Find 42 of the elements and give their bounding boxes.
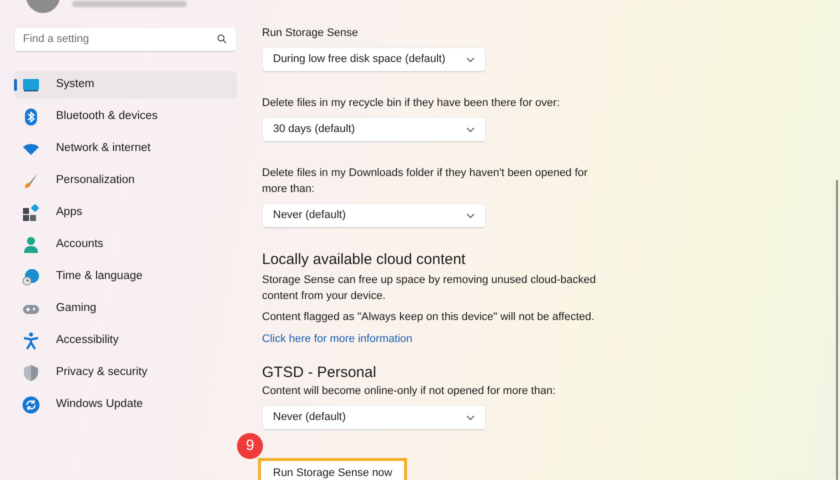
chevron-down-icon: [466, 126, 475, 132]
more-info-link[interactable]: Click here for more information: [262, 331, 412, 347]
nav-item[interactable]: Apps: [14, 199, 237, 227]
bluetooth-icon: [22, 108, 40, 126]
nav-item[interactable]: Personalization: [14, 167, 237, 195]
monitor-icon: [22, 76, 40, 94]
shield-icon: [22, 364, 40, 382]
search-field[interactable]: Find a setting: [14, 26, 237, 52]
run-storage-sense-button[interactable]: Run Storage Sense now: [258, 458, 408, 480]
nav-item[interactable]: Bluetooth & devices: [14, 103, 237, 131]
paintbrush-icon: [22, 172, 40, 190]
nav-item[interactable]: Windows Update: [14, 391, 237, 419]
dropdown[interactable]: Never (default): [262, 203, 486, 228]
nav-item[interactable]: Accessibility: [14, 327, 237, 355]
note: Content flagged as "Always keep on this device" will not be affected.: [262, 310, 596, 325]
description: Storage Sense can free up space by removing unused cloud-backed content from your device.: [262, 273, 597, 304]
dropdown[interactable]: During low free disk space (default): [262, 47, 486, 72]
search-icon: [217, 34, 227, 44]
setting-label: Delete files in my Downloads folder if they haven't been opened for more than:: [262, 166, 589, 197]
person-icon: [22, 236, 40, 254]
setting-label: Run Storage Sense: [262, 26, 360, 41]
globe-clock-icon: [22, 268, 40, 286]
section-heading: GTSD - Personal: [262, 363, 378, 383]
setting-label: Content will become online-only if not opened for more than:: [262, 384, 557, 399]
selection-indicator: [14, 79, 17, 91]
setting-label: Delete files in my recycle bin if they have been there for over:: [262, 96, 561, 111]
apps-icon: [22, 204, 40, 222]
section-heading: Locally available cloud content: [262, 250, 466, 270]
nav-item[interactable]: Time & language: [14, 263, 237, 291]
chevron-down-icon: [466, 56, 475, 62]
nav-item[interactable]: Privacy & security: [14, 359, 237, 387]
chevron-down-icon: [466, 212, 475, 218]
dropdown[interactable]: 30 days (default): [262, 117, 486, 142]
step-badge: 9: [237, 433, 263, 459]
nav-item[interactable]: Accounts: [14, 231, 237, 259]
update-icon: [22, 396, 40, 414]
nav-item[interactable]: Gaming: [14, 295, 237, 323]
nav-item[interactable]: Network & internet: [14, 135, 237, 163]
accessibility-icon: [22, 332, 40, 350]
nav-item[interactable]: System: [14, 71, 237, 99]
dropdown[interactable]: Never (default): [262, 405, 486, 430]
chevron-down-icon: [466, 414, 475, 420]
